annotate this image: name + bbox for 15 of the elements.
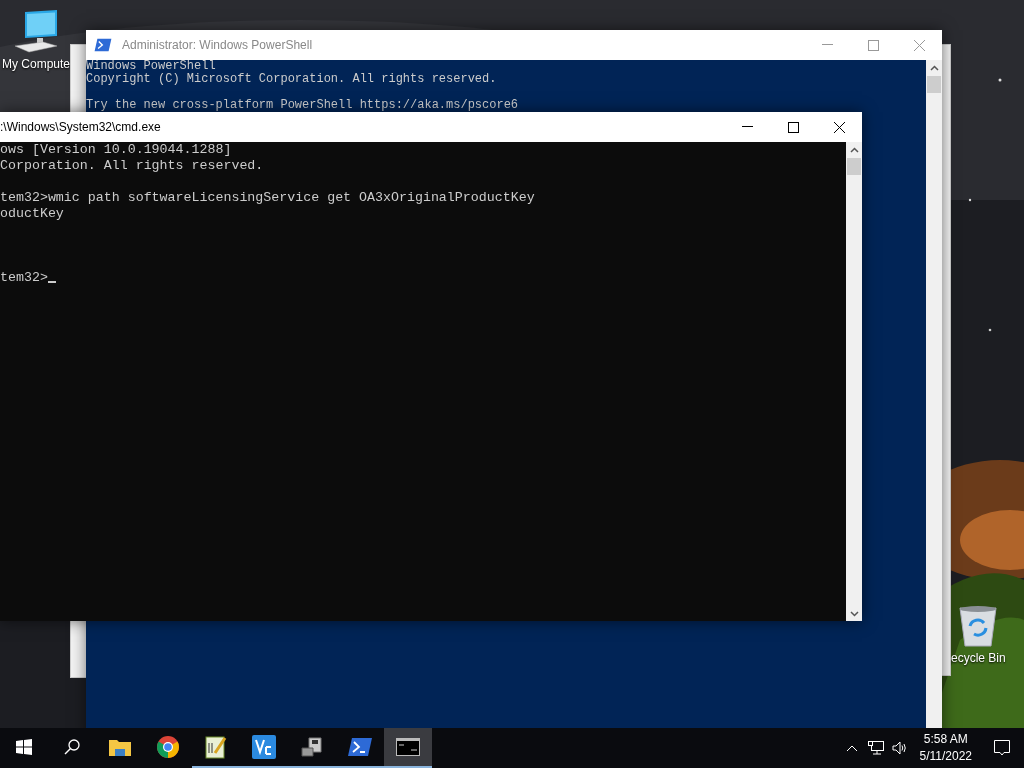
console-line: Windows PowerShell [86,60,216,73]
console-line: Try the new cross-platform PowerShell https://aka.ms/pscore6 [86,98,519,112]
window-title: Administrator: Windows PowerShell [122,38,314,52]
console-line: ows [Version 10.0.19044.1288] [0,142,232,157]
desktop-icon[interactable]: ecycle Bin [951,604,1006,665]
console-line: tem32>wmic path softwareLicensingService get OA3xOriginalProductKey [0,190,535,205]
date-text: 5/11/2022 [919,748,972,765]
desktop-icon[interactable]: My Compute [2,10,71,71]
console-line: oductKey [0,206,64,221]
clock[interactable]: 5:58 AM 5/11/2022 [911,731,980,765]
console-line: tem32> [0,270,48,285]
console-line: Corporation. All rights reserved. [0,158,264,173]
console-line: Copyright (C) Microsoft Corporation. All rights reserved. [86,72,497,86]
window-title: :\Windows\System32\cmd.exe [0,120,162,134]
time-text: 5:58 AM [923,731,968,748]
